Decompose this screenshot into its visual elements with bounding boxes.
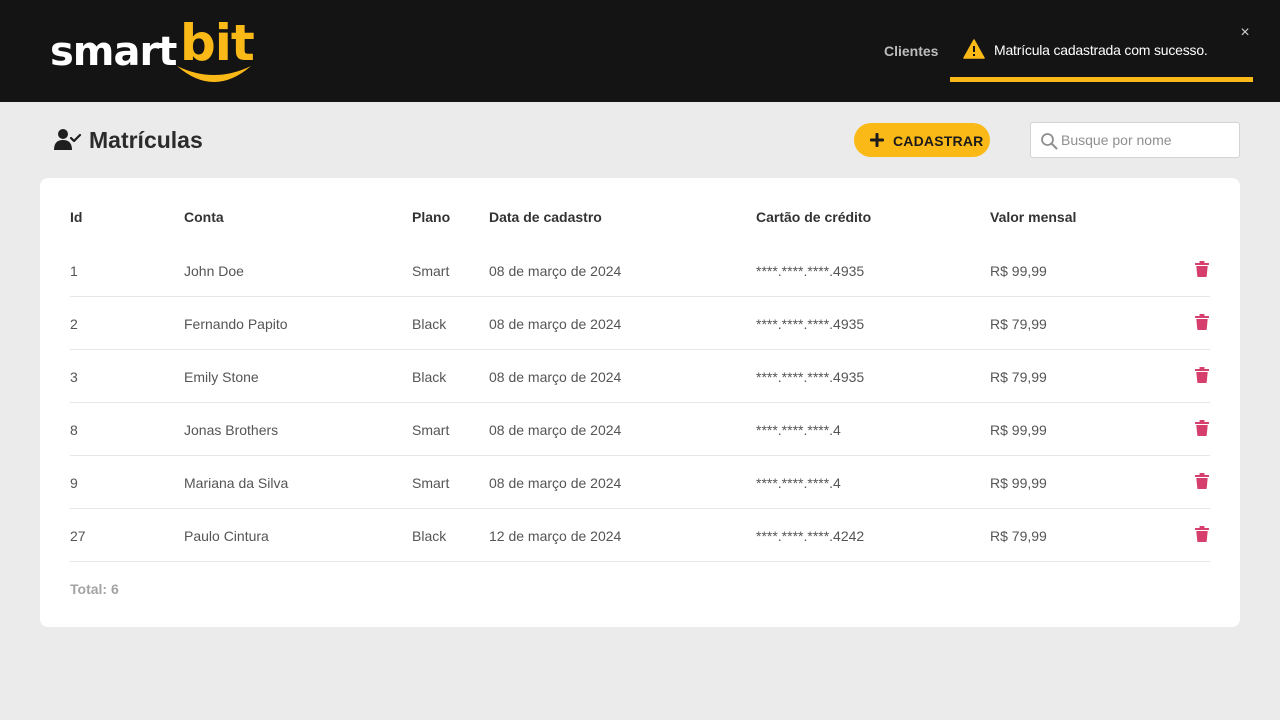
- top-navbar: smart bit Clientes Matrícula cadastrada …: [0, 0, 1280, 102]
- header-valor: Valor mensal: [990, 209, 1077, 225]
- nav-clientes-link[interactable]: Clientes: [884, 43, 938, 59]
- header-data: Data de cadastro: [489, 209, 602, 225]
- close-icon[interactable]: ×: [1236, 24, 1254, 42]
- table-row[interactable]: 27 Paulo Cintura Black 12 de março de 20…: [70, 509, 1210, 562]
- cell-cartao: ****.****.****.4: [756, 475, 841, 491]
- cell-conta: Mariana da Silva: [184, 475, 289, 491]
- cell-plano: Smart: [412, 475, 450, 491]
- cell-valor: R$ 79,99: [990, 316, 1047, 332]
- cell-data: 08 de março de 2024: [489, 422, 622, 438]
- cell-id: 1: [70, 263, 78, 279]
- header-id: Id: [70, 209, 83, 225]
- cell-valor: R$ 99,99: [990, 263, 1047, 279]
- cadastrar-button-label: CADASTRAR: [893, 133, 984, 149]
- total-count: Total: 6: [70, 581, 119, 597]
- success-toast: Matrícula cadastrada com sucesso. ×: [950, 18, 1262, 82]
- search-box: [1030, 122, 1240, 158]
- smartbit-logo[interactable]: smart bit: [50, 14, 260, 90]
- header-cartao: Cartão de crédito: [756, 209, 872, 225]
- cell-id: 2: [70, 316, 78, 332]
- cell-data: 08 de março de 2024: [489, 263, 622, 279]
- cell-conta: John Doe: [184, 263, 244, 279]
- table-row[interactable]: 1 John Doe Smart 08 de março de 2024 ***…: [70, 244, 1210, 297]
- toast-progress-bar: [950, 77, 1253, 82]
- trash-icon[interactable]: [1195, 367, 1209, 383]
- table-row[interactable]: 2 Fernando Papito Black 08 de março de 2…: [70, 297, 1210, 350]
- cell-valor: R$ 79,99: [990, 369, 1047, 385]
- cell-conta: Paulo Cintura: [184, 528, 269, 544]
- cell-plano: Black: [412, 369, 447, 385]
- cell-cartao: ****.****.****.4: [756, 422, 841, 438]
- logo-smile-icon: [177, 66, 251, 82]
- header-plano: Plano: [412, 209, 451, 225]
- search-icon: [1041, 133, 1058, 150]
- cell-id: 3: [70, 369, 78, 385]
- cell-data: 08 de março de 2024: [489, 316, 622, 332]
- page-title: Matrículas: [89, 127, 203, 153]
- table-row[interactable]: 9 Mariana da Silva Smart 08 de março de …: [70, 456, 1210, 509]
- cell-id: 9: [70, 475, 78, 491]
- table-row[interactable]: 8 Jonas Brothers Smart 08 de março de 20…: [70, 403, 1210, 456]
- cell-plano: Smart: [412, 263, 450, 279]
- trash-icon[interactable]: [1195, 314, 1209, 330]
- cell-conta: Jonas Brothers: [184, 422, 279, 438]
- cell-cartao: ****.****.****.4935: [756, 369, 865, 385]
- search-input[interactable]: [1061, 123, 1235, 157]
- user-check-icon: [54, 129, 82, 150]
- cell-cartao: ****.****.****.4935: [756, 263, 865, 279]
- trash-icon[interactable]: [1195, 420, 1209, 436]
- cadastrar-button[interactable]: CADASTRAR: [854, 123, 990, 157]
- warning-icon: [963, 39, 985, 59]
- trash-icon[interactable]: [1195, 526, 1209, 542]
- cell-conta: Fernando Papito: [184, 316, 288, 332]
- cell-valor: R$ 79,99: [990, 528, 1047, 544]
- cell-valor: R$ 99,99: [990, 475, 1047, 491]
- cell-data: 08 de março de 2024: [489, 369, 622, 385]
- enrollments-table-card: Id Conta Plano Data de cadastro Cartão d…: [40, 178, 1240, 627]
- cell-conta: Emily Stone: [184, 369, 259, 385]
- plus-icon: [870, 133, 884, 147]
- logo-text-smart: smart: [50, 29, 177, 75]
- cell-data: 12 de março de 2024: [489, 528, 622, 544]
- cell-plano: Smart: [412, 422, 450, 438]
- trash-icon[interactable]: [1195, 261, 1209, 277]
- cell-plano: Black: [412, 316, 447, 332]
- table-row[interactable]: 3 Emily Stone Black 08 de março de 2024 …: [70, 350, 1210, 403]
- trash-icon[interactable]: [1195, 473, 1209, 489]
- cell-id: 8: [70, 422, 78, 438]
- cell-cartao: ****.****.****.4242: [756, 528, 865, 544]
- cell-cartao: ****.****.****.4935: [756, 316, 865, 332]
- cell-valor: R$ 99,99: [990, 422, 1047, 438]
- cell-id: 27: [70, 528, 86, 544]
- toast-message: Matrícula cadastrada com sucesso.: [994, 42, 1208, 58]
- cell-data: 08 de março de 2024: [489, 475, 622, 491]
- cell-plano: Black: [412, 528, 447, 544]
- header-conta: Conta: [184, 209, 224, 225]
